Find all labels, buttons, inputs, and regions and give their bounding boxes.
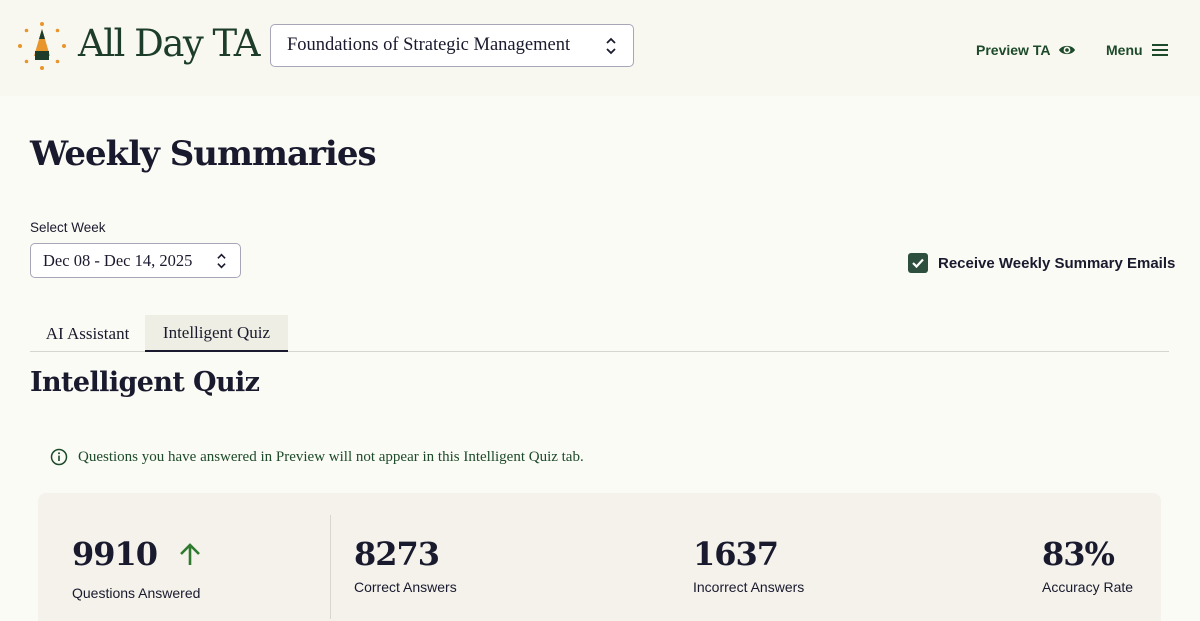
stat-value: 9910 [72, 535, 158, 573]
weekly-email-label: Receive Weekly Summary Emails [938, 254, 1176, 272]
weekly-email-option[interactable]: Receive Weekly Summary Emails [908, 253, 1175, 273]
week-select[interactable]: Dec 08 - Dec 14, 2025 [30, 243, 241, 278]
info-icon [50, 448, 68, 466]
menu-label: Menu [1106, 42, 1143, 58]
page-title: Weekly Summaries [30, 134, 377, 174]
top-header: All Day TA Foundations of Strategic Mana… [0, 0, 1200, 96]
stat-value: 1637 [693, 535, 779, 573]
hamburger-menu-icon [1151, 44, 1168, 56]
course-select-value: Foundations of Strategic Management [287, 35, 571, 55]
preview-notice: Questions you have answered in Preview w… [50, 448, 584, 466]
stat-value: 83% [1042, 535, 1115, 573]
week-select-value: Dec 08 - Dec 14, 2025 [43, 250, 193, 270]
quiz-stats-card: 9910 Questions Answered 8273 Correct Ans… [38, 493, 1161, 621]
stat-accuracy-rate: 83% Accuracy Rate [1042, 535, 1133, 595]
stat-incorrect-answers: 1637 Incorrect Answers [693, 535, 804, 595]
stat-correct-answers: 8273 Correct Answers [354, 535, 457, 595]
menu-button[interactable]: Menu [1106, 40, 1168, 60]
week-select-label: Select Week [30, 220, 106, 235]
stat-label: Questions Answered [72, 585, 201, 601]
eye-icon [1059, 45, 1076, 55]
stat-label: Incorrect Answers [693, 579, 805, 595]
checkmark-icon [912, 258, 924, 269]
trend-up-arrow-icon [180, 543, 200, 565]
app-logo-icon [18, 22, 66, 70]
section-title: Intelligent Quiz [30, 367, 260, 398]
tab-intelligent-quiz[interactable]: Intelligent Quiz [145, 315, 288, 352]
chevron-updown-icon [217, 253, 226, 269]
course-select[interactable]: Foundations of Strategic Management [270, 24, 634, 67]
chevron-updown-icon [606, 37, 616, 55]
stat-label: Accuracy Rate [1042, 579, 1134, 595]
weekly-email-checkbox[interactable] [908, 253, 928, 273]
stats-divider [330, 515, 331, 619]
tab-bar: AI Assistant Intelligent Quiz [30, 315, 1169, 352]
preview-notice-text: Questions you have answered in Preview w… [78, 448, 584, 465]
preview-ta-button[interactable]: Preview TA [976, 40, 1076, 60]
preview-ta-label: Preview TA [976, 42, 1051, 58]
stat-value: 8273 [354, 535, 440, 573]
app-name[interactable]: All Day TA [78, 22, 260, 65]
stat-questions-answered: 9910 Questions Answered [72, 535, 203, 601]
tab-ai-assistant[interactable]: AI Assistant [30, 315, 145, 352]
stat-label: Correct Answers [354, 579, 457, 595]
